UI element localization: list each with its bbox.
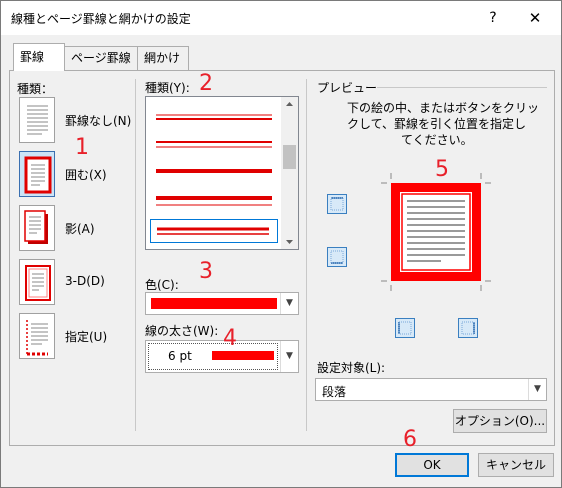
annotation-5: 5 <box>435 157 449 182</box>
line-width-value: 6 pt <box>168 349 192 363</box>
apply-to-value: 段落 <box>322 385 347 399</box>
scroll-down-icon <box>286 240 293 244</box>
preview-instruction-2: クして、罫線を引く位置を指定し <box>347 117 527 131</box>
annotation-2: 2 <box>199 71 213 96</box>
options-button[interactable]: オプション(O)... <box>453 409 547 433</box>
line-style-scrollbar[interactable] <box>281 97 298 249</box>
tab-page-border[interactable]: ページ罫線 <box>64 46 138 70</box>
style-label: 種類(Y): <box>145 81 190 95</box>
preview-instruction-3: てください。 <box>401 133 473 147</box>
line-width-swatch <box>212 351 274 360</box>
dialog-title: 線種とページ罫線と網かけの設定 <box>11 12 191 26</box>
line-style-list[interactable] <box>145 96 299 250</box>
bottom-border-button[interactable] <box>327 247 347 267</box>
annotation-6: 6 <box>403 427 417 452</box>
setting-shadow-icon[interactable] <box>19 205 55 251</box>
apply-to-label: 設定対象(L): <box>317 361 386 375</box>
width-label: 線の太さ(W): <box>145 324 219 338</box>
borders-and-shading-dialog: 線種とページ罫線と網かけの設定 ? ✕ 罫線 ページ罫線 網かけ 種類： 罫線な… <box>0 0 562 488</box>
divider <box>306 79 307 431</box>
color-label: 色(C): <box>145 278 179 292</box>
divider <box>135 79 136 431</box>
tab-borders[interactable]: 罫線 <box>13 43 65 71</box>
chevron-down-icon[interactable]: ▼ <box>280 341 298 372</box>
setting-shadow-label[interactable]: 影(A) <box>65 220 95 237</box>
line-width-dropdown[interactable]: 6 pt ▼ <box>145 340 299 373</box>
color-swatch <box>151 298 277 309</box>
title-bar: 線種とページ罫線と網かけの設定 ? ✕ <box>1 1 561 35</box>
annotation-1: 1 <box>75 135 89 160</box>
line-style-selected[interactable] <box>150 219 278 243</box>
right-border-button[interactable] <box>458 318 478 338</box>
chevron-down-icon[interactable]: ▼ <box>528 379 546 400</box>
line-style-thick[interactable] <box>150 159 278 183</box>
setting-3d-icon[interactable] <box>19 259 55 305</box>
setting-3d-label[interactable]: 3-D(D) <box>65 274 105 288</box>
preview-instruction-1: 下の絵の中、またはボタンをクリッ <box>347 101 540 115</box>
setting-label: 種類： <box>17 82 54 96</box>
line-style-thin-thick[interactable] <box>150 107 278 131</box>
chevron-down-icon[interactable]: ▼ <box>280 293 298 314</box>
scroll-thumb <box>283 145 296 169</box>
line-style-thick-thin[interactable] <box>150 133 278 157</box>
top-border-button[interactable] <box>327 194 347 214</box>
preview-rule <box>377 87 547 88</box>
setting-none-icon[interactable] <box>19 97 55 143</box>
cancel-button[interactable]: キャンセル <box>478 453 554 477</box>
setting-box-icon[interactable] <box>19 151 55 197</box>
line-style-double-thick[interactable] <box>150 189 278 213</box>
setting-custom-label[interactable]: 指定(U) <box>65 328 107 345</box>
preview-label: プレビュー <box>317 81 378 95</box>
ok-button[interactable]: OK <box>395 453 469 477</box>
annotation-3: 3 <box>199 259 213 284</box>
setting-box-label[interactable]: 囲む(X) <box>65 166 107 183</box>
setting-none-label[interactable]: 罫線なし(N) <box>65 112 131 129</box>
close-button[interactable]: ✕ <box>513 4 557 32</box>
color-dropdown[interactable]: ▼ <box>145 292 299 315</box>
help-button[interactable]: ? <box>475 4 511 32</box>
left-border-button[interactable] <box>395 318 415 338</box>
border-preview[interactable] <box>381 173 491 291</box>
scroll-up-icon <box>286 102 293 106</box>
tab-shading[interactable]: 網かけ <box>137 46 189 70</box>
setting-custom-icon[interactable] <box>19 313 55 359</box>
annotation-4: 4 <box>223 326 237 351</box>
apply-to-dropdown[interactable]: 段落 ▼ <box>315 378 547 401</box>
